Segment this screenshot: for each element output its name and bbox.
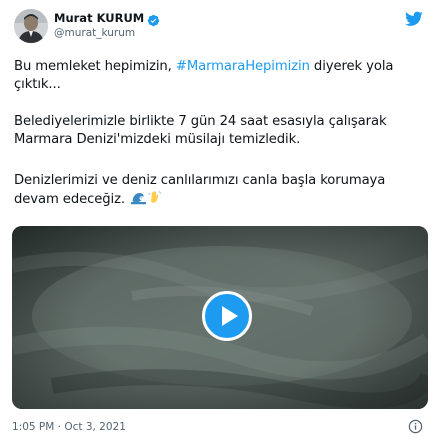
tweet-paragraph-3: Denizlerimizi ve deniz canlılarımızı can… xyxy=(14,172,430,209)
tweet-timestamp[interactable]: 1:05 PM · Oct 3, 2021 xyxy=(12,421,126,434)
play-icon xyxy=(222,306,238,326)
info-icon[interactable] xyxy=(408,419,423,434)
display-name[interactable]: Murat KURUM xyxy=(54,11,144,25)
waving-hand-emoji-icon xyxy=(148,190,163,205)
handle[interactable]: @murat_kurum xyxy=(54,27,135,40)
avatar[interactable] xyxy=(14,9,48,43)
wave-emoji-icon xyxy=(131,190,147,205)
play-button[interactable] xyxy=(202,291,252,341)
verified-badge-icon xyxy=(147,12,160,26)
tweet-paragraph-1: Bu memleket hepimizin, #MarmaraHepimizin… xyxy=(14,58,430,94)
twitter-logo-icon[interactable] xyxy=(405,11,423,27)
author-name-row[interactable]: Murat KURUM xyxy=(54,11,160,26)
video-player[interactable] xyxy=(12,226,428,409)
tweet-text-start: Bu memleket hepimizin, xyxy=(14,59,176,74)
tweet-card: Murat KURUM @murat_kurum Bu memleket hep… xyxy=(0,0,440,446)
tweet-paragraph-2: Belediyelerimizle birlikte 7 gün 24 saat… xyxy=(14,114,387,147)
tweet-paragraph-3-text: Denizlerimizi ve deniz canlılarımızı can… xyxy=(14,173,386,207)
hashtag-link[interactable]: #MarmaraHepimizin xyxy=(176,59,310,74)
